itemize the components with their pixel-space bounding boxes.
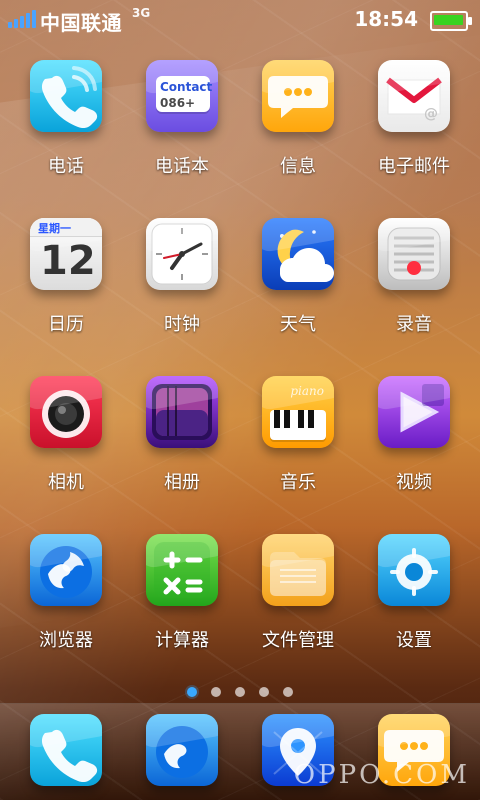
app-label: 计算器 [155,630,209,651]
app-video[interactable]: 视频 [356,376,472,526]
clock-time: 18:54 [354,7,418,31]
app-camera[interactable]: 相机 [8,376,124,526]
browser-icon [30,534,102,606]
app-album[interactable]: 相册 [124,376,240,526]
battery-icon [430,11,472,31]
app-label: 视频 [396,472,432,493]
home-app-grid: 电话 Contact 086+ 电话本 信息 @ 电子邮件 星期一 12 日历 … [0,60,480,680]
phone-icon [30,714,102,786]
dock-app-browser[interactable] [124,714,240,800]
app-label: 设置 [396,630,432,651]
weather-icon [262,218,334,290]
page-dot[interactable] [259,687,269,697]
app-messages[interactable]: 信息 [240,60,356,210]
file-manager-icon [262,534,334,606]
dock: OPPO.COM [0,703,480,800]
app-label: 音乐 [280,472,316,493]
app-label: 日历 [48,314,84,335]
status-bar: 中国联通 3G 18:54 [0,0,480,38]
page-indicator [0,682,480,702]
app-recorder[interactable]: 录音 [356,218,472,368]
app-label: 电话本 [155,156,209,177]
contacts-icon-text-2: 086+ [160,96,196,110]
dock-app-phone[interactable] [8,714,124,800]
battery-level [434,15,463,25]
app-label: 天气 [280,314,316,335]
page-dot-active[interactable] [187,687,197,697]
mail-at-text: @ [424,106,438,122]
app-music[interactable]: piano 音乐 [240,376,356,526]
app-label: 时钟 [164,314,200,335]
signal-icon [8,10,36,28]
recorder-icon [378,218,450,290]
clock-icon [146,218,218,290]
app-email[interactable]: @ 电子邮件 [356,60,472,210]
calendar-day: 12 [40,238,96,284]
page-dot[interactable] [235,687,245,697]
calculator-icon [146,534,218,606]
messages-icon [262,60,334,132]
app-phone[interactable]: 电话 [8,60,124,210]
page-dot[interactable] [283,687,293,697]
brand-watermark: OPPO.COM [293,760,470,790]
app-label: 相机 [48,472,84,493]
music-icon-label: piano [290,384,324,398]
network-type: 3G [132,6,151,20]
app-clock[interactable]: 时钟 [124,218,240,368]
app-label: 相册 [164,472,200,493]
mail-icon: @ [378,60,450,132]
app-settings[interactable]: 设置 [356,534,472,684]
carrier-name: 中国联通 [40,11,122,35]
settings-icon [378,534,450,606]
app-label: 文件管理 [262,630,334,651]
app-calendar[interactable]: 星期一 12 日历 [8,218,124,368]
contacts-icon: Contact 086+ [146,60,218,132]
contacts-icon-text-1: Contact [160,80,213,94]
app-label: 信息 [280,156,316,177]
album-icon [146,376,218,448]
calendar-weekday: 星期一 [38,222,71,235]
app-label: 浏览器 [39,630,93,651]
app-label: 录音 [396,314,432,335]
phone-icon [30,60,102,132]
app-label: 电话 [48,156,84,177]
app-calculator[interactable]: 计算器 [124,534,240,684]
video-icon [378,376,450,448]
app-browser[interactable]: 浏览器 [8,534,124,684]
music-icon: piano [262,376,334,448]
app-contacts[interactable]: Contact 086+ 电话本 [124,60,240,210]
page-dot[interactable] [211,687,221,697]
browser-icon [146,714,218,786]
app-label: 电子邮件 [378,156,450,177]
app-file-manager[interactable]: 文件管理 [240,534,356,684]
app-weather[interactable]: 天气 [240,218,356,368]
camera-icon [30,376,102,448]
calendar-icon: 星期一 12 [30,218,102,290]
